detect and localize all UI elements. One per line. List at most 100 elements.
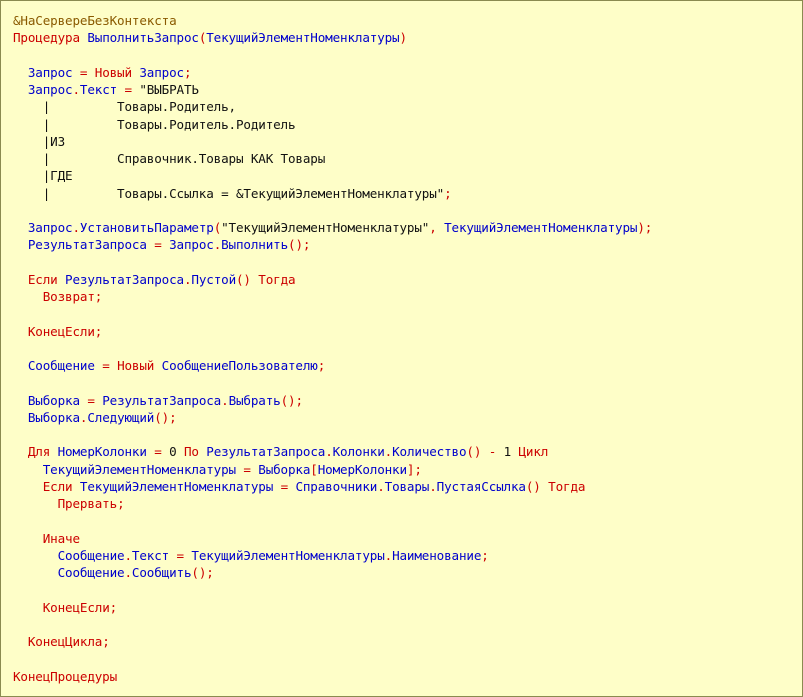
code-token: "ВЫБРАТЬ	[139, 82, 199, 97]
code-token: Текст	[131, 547, 170, 563]
code-line[interactable]	[13, 305, 652, 322]
code-token: =	[273, 478, 296, 494]
code-line[interactable]: КонецЕсли;	[13, 323, 652, 340]
code-token: Выполнить	[221, 237, 289, 253]
code-token: | Справочник.Товары КАК Товары	[13, 151, 326, 166]
code-token: Возврат	[42, 289, 95, 304]
code-token: Новый	[117, 358, 162, 373]
code-token: Запрос	[169, 237, 214, 253]
code-token: &НаСервереБезКонтекста	[13, 13, 177, 28]
code-token: .	[124, 565, 132, 580]
code-line[interactable]	[13, 616, 652, 633]
code-token: =	[235, 461, 259, 477]
code-line[interactable]: Если РезультатЗапроса.Пустой() Тогда	[13, 271, 652, 288]
code-token: Выборка	[258, 461, 311, 477]
code-token: ()	[525, 478, 549, 494]
code-token: ();	[191, 565, 214, 580]
code-token: ;	[94, 323, 103, 339]
code-line[interactable]: Запрос.УстановитьПараметр("ТекущийЭлемен…	[13, 219, 652, 236]
code-line[interactable]: Выборка = РезультатЗапроса.Выбрать();	[13, 392, 652, 409]
code-token: Сообщить	[131, 565, 192, 580]
code-line[interactable]: Если ТекущийЭлементНоменклатуры = Справо…	[13, 478, 652, 495]
code-line[interactable]	[13, 254, 652, 271]
code-token: ПустаяСсылка	[436, 478, 526, 494]
code-token: =	[117, 82, 140, 97]
code-token: УстановитьПараметр	[79, 220, 214, 235]
code-token: РезультатЗапроса	[206, 444, 326, 460]
code-token: РезультатЗапроса	[102, 392, 222, 408]
code-token: По	[183, 444, 207, 460]
code-line[interactable]: ТекущийЭлементНоменклатуры = Выборка[Ном…	[13, 461, 652, 478]
code-line[interactable]: &НаСервереБезКонтекста	[13, 12, 652, 29]
code-token: ()	[236, 271, 259, 287]
code-token: .	[325, 444, 333, 460]
code-token: Если	[27, 271, 66, 287]
code-token: ();	[288, 237, 311, 253]
code-token: .	[213, 237, 222, 253]
code-token: ТекущийЭлементНоменклатуры	[42, 461, 236, 477]
code-line[interactable]	[13, 650, 652, 667]
code-token: РезультатЗапроса	[27, 237, 147, 253]
code-token: | Товары.Ссылка = &ТекущийЭлементНоменкл…	[13, 185, 445, 201]
code-line[interactable]	[13, 581, 652, 598]
code-line[interactable]	[13, 340, 652, 357]
code-line[interactable]	[13, 374, 652, 391]
code-token: ВыполнитьЗапрос	[87, 30, 199, 46]
code-token: .	[384, 547, 393, 563]
code-line[interactable]	[13, 426, 652, 443]
code-line[interactable]: Запрос.Текст = "ВЫБРАТЬ	[13, 81, 652, 98]
code-token: ,	[429, 220, 445, 235]
code-text-area[interactable]: &НаСервереБезКонтекста Процедура Выполнит…	[13, 12, 652, 685]
code-line[interactable]: | Товары.Родитель.Родитель	[13, 116, 652, 133]
code-token: =	[79, 392, 103, 408]
code-line[interactable]: | Товары.Родитель,	[13, 98, 652, 115]
code-token: Иначе	[42, 530, 80, 546]
code-token: Для	[27, 444, 58, 460]
code-line[interactable]	[13, 47, 652, 64]
code-line[interactable]: РезультатЗапроса = Запрос.Выполнить();	[13, 236, 652, 253]
code-editor[interactable]: &НаСервереБезКонтекста Процедура Выполнит…	[0, 0, 803, 697]
code-line[interactable]: КонецЦикла;	[13, 633, 652, 650]
code-line[interactable]: Иначе	[13, 530, 652, 547]
code-token: Процедура	[13, 30, 88, 46]
code-line[interactable]: Возврат;	[13, 288, 652, 305]
code-line[interactable]: |ИЗ	[13, 133, 652, 150]
code-line[interactable]: Прервать;	[13, 495, 652, 512]
code-token: ;	[109, 599, 118, 615]
code-line[interactable]: Запрос = Новый Запрос;	[13, 64, 652, 81]
code-token: 0	[169, 444, 184, 460]
code-token: );	[637, 220, 653, 235]
code-line[interactable]: Сообщение.Текст = ТекущийЭлементНоменкла…	[13, 547, 652, 564]
code-line[interactable]: КонецЕсли;	[13, 599, 652, 616]
code-token: ;	[117, 496, 125, 511]
code-line[interactable]: Сообщение = Новый СообщениеПользователю;	[13, 357, 652, 374]
code-token: .	[124, 547, 132, 563]
code-token: Выбрать	[228, 392, 281, 408]
code-line[interactable]: Сообщение.Сообщить();	[13, 564, 652, 581]
code-token: .	[221, 392, 229, 408]
code-line[interactable]: |ГДЕ	[13, 167, 652, 184]
code-line[interactable]: | Справочник.Товары КАК Товары	[13, 150, 652, 167]
code-line[interactable]	[13, 512, 652, 529]
code-line[interactable]: Процедура ВыполнитьЗапрос(ТекущийЭлемент…	[13, 29, 652, 46]
code-token: ТекущийЭлементНоменклатуры	[206, 30, 400, 46]
code-line[interactable]: Выборка.Следующий();	[13, 409, 652, 426]
code-line[interactable]	[13, 202, 652, 219]
code-line[interactable]: КонецПроцедуры	[13, 668, 652, 685]
code-token: )	[399, 30, 407, 46]
code-token: |ИЗ	[13, 133, 66, 149]
code-token: ТекущийЭлементНоменклатуры	[191, 547, 385, 563]
code-token: .	[72, 82, 80, 97]
code-token: ТекущийЭлементНоменклатуры	[444, 220, 638, 235]
code-line[interactable]: | Товары.Ссылка = &ТекущийЭлементНоменкл…	[13, 185, 652, 202]
code-line[interactable]: Для НомерКолонки = 0 По РезультатЗапроса…	[13, 443, 652, 460]
code-token: ;	[317, 358, 326, 373]
